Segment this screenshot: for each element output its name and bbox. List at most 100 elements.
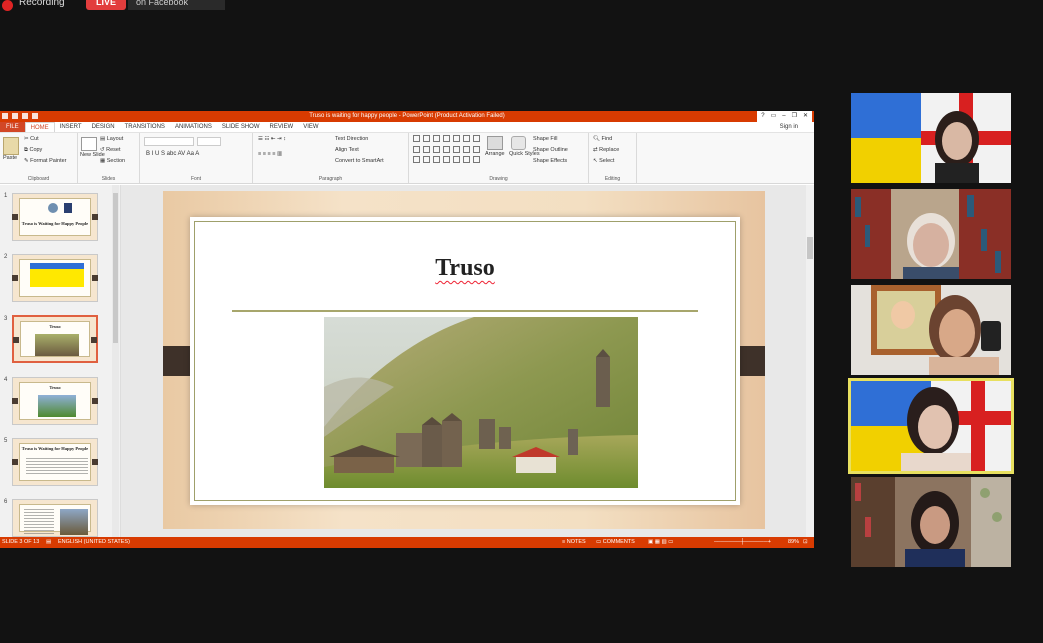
window-title: Truso is waiting for happy people - Powe…: [309, 113, 505, 119]
font-name-box[interactable]: [144, 137, 194, 146]
fit-slide-icon[interactable]: ⊡: [803, 537, 808, 548]
font-size-box[interactable]: [197, 137, 221, 146]
view-buttons[interactable]: ▣ ▦ ▥ ▭: [648, 537, 673, 548]
recording-indicator: Recording: [0, 0, 65, 11]
thumb-number: 3: [4, 316, 8, 322]
language-indicator[interactable]: ENGLISH (UNITED STATES): [58, 537, 130, 548]
shared-screen-powerpoint: Truso is waiting for happy people - Powe…: [0, 111, 814, 548]
record-dot-icon: [2, 0, 13, 11]
select-button[interactable]: ↖ Select: [593, 158, 614, 164]
thumb-title: Truso: [49, 385, 61, 390]
truso-landscape-image[interactable]: [324, 317, 638, 488]
participant-video-tile[interactable]: [851, 189, 1011, 279]
slide-title[interactable]: Truso: [190, 255, 740, 282]
find-button[interactable]: 🔍︎ Find: [593, 136, 612, 142]
tab-animations[interactable]: ANIMATIONS: [170, 122, 217, 132]
comments-label: COMMENTS: [602, 539, 635, 545]
slide-thumbnail[interactable]: [12, 499, 98, 537]
select-label: Select: [599, 158, 615, 164]
slide-thumbnail[interactable]: [12, 254, 98, 302]
participant-video-tile[interactable]: [851, 93, 1011, 183]
arrange-icon[interactable]: [487, 136, 503, 150]
paste-icon[interactable]: [3, 137, 19, 155]
tab-home[interactable]: HOME: [24, 122, 55, 132]
align-buttons[interactable]: ≡ ≡ ≡ ≡ ▥: [258, 151, 282, 157]
canvas-scrollbar[interactable]: [806, 185, 814, 537]
slide: Truso: [163, 191, 765, 529]
thumbnails-scrollbar[interactable]: [112, 185, 119, 537]
bullets-button[interactable]: ☰ ☷ ⇤ ⇥ ↕: [258, 136, 286, 142]
restore-button[interactable]: ❐: [792, 111, 797, 122]
slide-thumbnails-pane: 1 Truso is Waiting for Happy People 2 3 …: [0, 185, 121, 537]
align-text-button[interactable]: Align Text: [335, 147, 359, 153]
slide-thumbnail[interactable]: Truso is Waiting for Happy People: [12, 438, 98, 486]
font-format-buttons[interactable]: B I U S abc AV Aa A: [146, 151, 199, 157]
thumb-number: 6: [4, 499, 8, 505]
window-titlebar: Truso is waiting for happy people - Powe…: [0, 111, 814, 122]
participant-video-tile[interactable]: [851, 477, 1011, 567]
participant-video-tile[interactable]: [851, 285, 1011, 375]
font-group: B I U S abc AV Aa A Font: [140, 133, 253, 183]
slide-divider: [232, 310, 698, 312]
section-label: Section: [106, 158, 126, 164]
slide-title-text: Truso: [435, 255, 495, 281]
cut-button[interactable]: ✂ Cut: [24, 136, 39, 142]
tab-transitions[interactable]: TRANSITIONS: [120, 122, 170, 132]
notes-label: NOTES: [566, 539, 586, 545]
section-button[interactable]: ▦ Section: [100, 158, 125, 164]
replace-button[interactable]: ⇄ Replace: [593, 147, 619, 153]
tab-design[interactable]: DESIGN: [87, 122, 120, 132]
comments-button[interactable]: ▭ COMMENTS: [596, 537, 635, 548]
paste-button[interactable]: Paste: [3, 155, 17, 161]
tab-insert[interactable]: INSERT: [55, 122, 87, 132]
layout-label: Layout: [106, 136, 124, 142]
find-label: Find: [601, 136, 613, 142]
zoom-slider[interactable]: –──────┼──────+: [714, 537, 771, 548]
tab-slide-show[interactable]: SLIDE SHOW: [217, 122, 265, 132]
reset-label: Reset: [106, 147, 121, 153]
clipboard-group: Paste ✂ Cut ⧉ Copy ✎ Format Painter Clip…: [0, 133, 78, 183]
sign-in-link[interactable]: Sign in: [780, 122, 798, 132]
text-direction-button[interactable]: Text Direction: [335, 136, 368, 142]
smartart-button[interactable]: Convert to SmartArt: [335, 158, 384, 164]
thumb-number: 5: [4, 438, 8, 444]
slides-group: New Slide ▤ Layout ↺ Reset ▦ Section Sli…: [78, 133, 140, 183]
tab-file[interactable]: FILE: [0, 122, 25, 132]
shape-outline-button[interactable]: Shape Outline: [533, 147, 568, 153]
font-label: Font: [190, 176, 201, 182]
close-button[interactable]: ✕: [803, 111, 808, 122]
drawing-group: Arrange Quick Styles Shape Fill Shape Ou…: [409, 133, 589, 183]
shape-effects-button[interactable]: Shape Effects: [533, 158, 567, 164]
layout-button[interactable]: ▤ Layout: [100, 136, 123, 142]
ribbon: Paste ✂ Cut ⧉ Copy ✎ Format Painter Clip…: [0, 133, 814, 184]
participant-video-tile-active-speaker[interactable]: [848, 378, 1014, 474]
thumb-number: 1: [4, 193, 8, 199]
slide-thumbnail[interactable]: Truso: [12, 377, 98, 425]
arrange-button[interactable]: Arrange: [485, 151, 505, 157]
ribbon-display-button[interactable]: ▭: [771, 111, 777, 122]
copy-button[interactable]: ⧉ Copy: [24, 147, 42, 154]
format-painter-button[interactable]: ✎ Format Painter: [24, 158, 67, 164]
notes-button[interactable]: ≡ NOTES: [562, 537, 586, 548]
slide-thumbnail[interactable]: Truso is Waiting for Happy People: [12, 193, 98, 241]
tab-view[interactable]: VIEW: [298, 122, 323, 132]
help-button[interactable]: ?: [761, 111, 764, 122]
quick-styles-icon[interactable]: [511, 136, 526, 150]
shapes-gallery[interactable]: [413, 135, 481, 165]
zoom-level[interactable]: 89%: [788, 537, 799, 548]
minimize-button[interactable]: –: [782, 111, 785, 122]
editing-group: 🔍︎ Find ⇄ Replace ↖ Select Editing: [589, 133, 637, 183]
shape-fill-button[interactable]: Shape Fill: [533, 136, 557, 142]
ribbon-tabs: FILE HOME INSERT DESIGN TRANSITIONS ANIM…: [0, 122, 814, 133]
slide-thumbnail-active[interactable]: Truso: [12, 315, 98, 363]
status-bar: SLIDE 3 OF 13 ▤ ENGLISH (UNITED STATES) …: [0, 537, 814, 548]
spellcheck-icon[interactable]: ▤: [46, 537, 51, 548]
editing-label: Editing: [604, 176, 621, 182]
thumb-title: Truso is Waiting for Happy People: [21, 446, 89, 451]
drawing-label: Drawing: [489, 176, 508, 182]
paragraph-label: Paragraph: [318, 176, 343, 182]
slide-counter: SLIDE 3 OF 13: [2, 539, 40, 545]
new-slide-icon[interactable]: [81, 137, 97, 151]
tab-review[interactable]: REVIEW: [265, 122, 299, 132]
reset-button[interactable]: ↺ Reset: [100, 147, 121, 153]
